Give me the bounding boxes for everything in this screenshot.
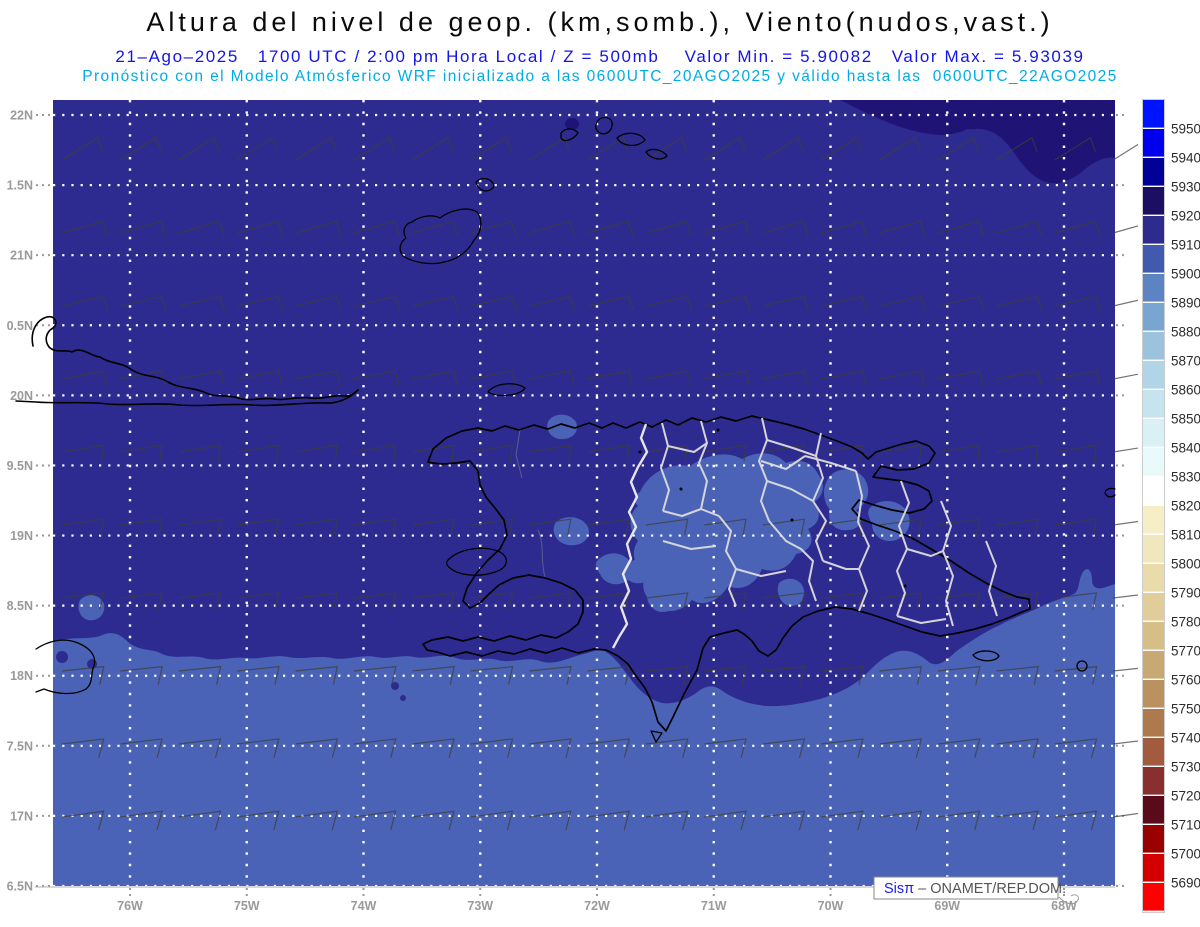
colorbar-label: 5860 [1171, 383, 1200, 398]
colorbar-segment [1143, 680, 1164, 708]
colorbar-segment [1143, 216, 1164, 244]
lat-label: 8.5N [7, 599, 33, 613]
shade-islet [56, 651, 68, 663]
map-speck [903, 584, 907, 588]
colorbar-segment [1143, 303, 1164, 331]
colorbar-segment [1143, 883, 1164, 911]
lat-label: 22N [10, 109, 33, 123]
map-canvas: 76W 75W 74W 73W 72W 71W 70W 69W 68W22N1.5N21N0.5… [7, 99, 1200, 913]
colorbar-segment [1143, 187, 1164, 215]
colorbar-segment [1143, 651, 1164, 679]
lat-label: 17N [10, 809, 33, 823]
lat-label: 1.5N [7, 179, 33, 193]
colorbar-label: 5790 [1171, 586, 1200, 601]
colorbar-label: 5840 [1171, 441, 1200, 456]
colorbar-segment [1143, 158, 1164, 186]
shade-islet [400, 695, 406, 701]
lon-label: 74W [351, 899, 377, 913]
colorbar-label: 5720 [1171, 789, 1200, 804]
colorbar-segment [1143, 100, 1164, 128]
colorbar-segment [1143, 506, 1164, 534]
lon-label: 76W [117, 899, 143, 913]
lat-label: 9.5N [7, 459, 33, 473]
colorbar-label: 5710 [1171, 818, 1200, 833]
colorbar-label: 5690 [1171, 876, 1200, 891]
colorbar-segment [1143, 419, 1164, 447]
colorbar-segment [1143, 796, 1164, 824]
colorbar-segment [1143, 767, 1164, 795]
colorbar-segment [1143, 709, 1164, 737]
map-speck [790, 518, 794, 522]
colorbar-label: 5930 [1171, 180, 1200, 195]
map-speck [679, 487, 683, 491]
geopotential-shading [53, 100, 1115, 886]
map-speck [716, 428, 720, 432]
lon-label: 70W [818, 899, 844, 913]
colorbar-segment [1143, 274, 1164, 302]
colorbar-segment [1143, 129, 1164, 157]
colorbar-segment [1143, 622, 1164, 650]
colorbar-label: 5920 [1171, 209, 1200, 224]
colorbar-label: 5890 [1171, 296, 1200, 311]
colorbar-segment [1143, 245, 1164, 273]
watermark-brand: Sisπ [884, 881, 914, 897]
lon-label: 72W [584, 899, 610, 913]
colorbar-segment [1143, 448, 1164, 476]
colorbar-segment [1143, 825, 1164, 853]
colorbar-label: 5810 [1171, 528, 1200, 543]
colorbar-label: 5940 [1171, 151, 1200, 166]
colorbar-label: 5820 [1171, 499, 1200, 514]
colorbar-label: 5900 [1171, 267, 1200, 282]
colorbar-segment [1143, 477, 1164, 505]
lat-label: 0.5N [7, 319, 33, 333]
lon-label: 69W [934, 899, 960, 913]
lat-label: 19N [10, 529, 33, 543]
colorbar-label: 5950 [1171, 122, 1200, 137]
colorbar-segment [1143, 535, 1164, 563]
colorbar-label: 5740 [1171, 731, 1200, 746]
colorbar-label: 5730 [1171, 760, 1200, 775]
colorbar-label: 5910 [1171, 238, 1200, 253]
watermark: Sisπ – ONAMET/REP.DOM. [873, 876, 1079, 905]
colorbar-segment [1143, 361, 1164, 389]
colorbar-label: 5750 [1171, 702, 1200, 717]
shade-islet [936, 626, 944, 634]
lat-label: 21N [10, 249, 33, 263]
lat-label: 6.5N [7, 879, 33, 893]
colorbar-segment [1143, 332, 1164, 360]
lon-label: 73W [467, 899, 493, 913]
colorbar-label: 5850 [1171, 412, 1200, 427]
colorbar-label: 5770 [1171, 644, 1200, 659]
colorbar-segment [1143, 390, 1164, 418]
colorbar-label: 5780 [1171, 615, 1200, 630]
map-speck [638, 450, 642, 454]
colorbar-segment [1143, 854, 1164, 882]
colorbar-label: 5880 [1171, 325, 1200, 340]
lon-label: 71W [701, 899, 727, 913]
lon-label: 75W [234, 899, 260, 913]
colorbar-segment [1143, 593, 1164, 621]
colorbar-segment [1143, 564, 1164, 592]
weather-map-page: Altura del nivel de geop. (km,somb.), Vi… [0, 0, 1200, 927]
watermark-org: – ONAMET/REP.DOM. [914, 881, 1066, 897]
shade-spot [565, 118, 579, 130]
colorbar-label: 5700 [1171, 847, 1200, 862]
colorbar-label: 5870 [1171, 354, 1200, 369]
colorbar-segment [1143, 738, 1164, 766]
watermark-text: Sisπ – ONAMET/REP.DOM. [884, 881, 1066, 897]
colorbar-label: 5760 [1171, 673, 1200, 688]
colorbar: 5950 5940 5930 5920 5910 5900 5890 5880 5870 5860… [1142, 99, 1200, 913]
lat-label: 18N [10, 669, 33, 683]
lat-label: 7.5N [7, 739, 33, 753]
colorbar-label: 5800 [1171, 557, 1200, 572]
colorbar-label: 5830 [1171, 470, 1200, 485]
